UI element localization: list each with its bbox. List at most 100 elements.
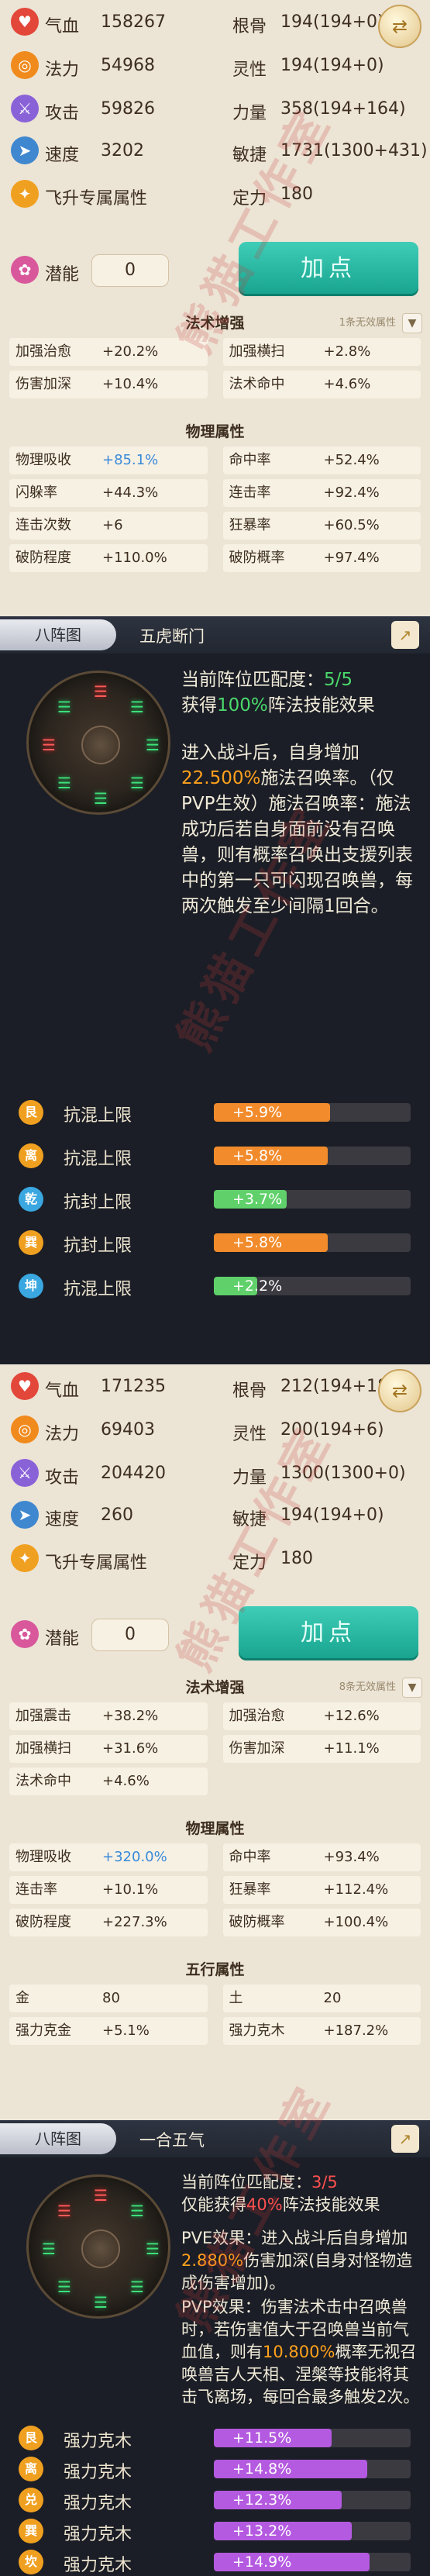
stat-label: 气血 [45,17,80,36]
attribute-cell: 法术命中 +4.6% [222,371,421,398]
trigram-mark-icon: ☰ [57,698,71,716]
attribute-value: +97.4% [323,550,380,566]
potential-icon: ✿ [11,1620,39,1648]
section-title: 物理属性 [185,423,245,440]
stat-label: 灵性 [232,1425,267,1444]
stat-label: 力量 [232,104,267,123]
chevron-down-icon[interactable]: ▼ [402,313,422,333]
attribute-label: 加强横扫 [229,343,285,360]
stat-value: 204420 [101,1464,166,1483]
swap-icon[interactable]: ⇄ [378,1369,421,1412]
tab-formation[interactable]: 八阵图 [0,2123,116,2154]
attribute-label: 破防程度 [15,550,71,566]
match-value: 5/5 [324,670,353,690]
attribute-panel-1: ♥ 气血 158267 根骨 194(194+0) ◎ 法力 54968 灵性 194(194+0… [0,0,430,616]
pvp-percent: 10.800% [263,2343,335,2361]
attribute-label: 破防程度 [15,1914,71,1930]
attribute-value: +92.4% [323,485,380,501]
chevron-down-icon[interactable]: ▼ [402,1678,422,1698]
swap-icon[interactable]: ⇄ [378,5,421,48]
li-trigram-icon: 离 [19,2457,43,2481]
attribute-cell: 破防概率 +100.4% [222,1909,421,1936]
potential-field[interactable]: 0 [91,1619,169,1651]
stat-label: 灵性 [232,60,267,80]
bonus-label: 强力克木 [64,2494,132,2513]
bonus-row: 坤 抗混上限 +2.2% [0,1272,430,1300]
stat-label: 速度 [45,1510,80,1529]
stat-label: 敏捷 [232,1510,267,1529]
stat-label: 法力 [45,1425,80,1444]
stat-value: 3202 [101,141,144,160]
attribute-value: +85.1% [102,452,159,468]
attribute-label: 加强震击 [15,1708,71,1724]
bonus-label: 抗混上限 [64,1280,132,1299]
skill-desc: 施法召唤率。（仅PVP生效）施法召唤率：施法成功后若自身面前没有召唤兽，则有概率… [181,768,413,916]
attribute-label: 狂暴率 [229,517,271,533]
attribute-cell: 加强横扫 +31.6% [9,1735,208,1763]
stat-value: 194(194+0) [280,56,384,75]
attribute-label: 物理吸收 [15,1849,71,1865]
stat-label: 法力 [45,60,80,80]
attribute-label: 加强治愈 [229,1708,285,1724]
attribute-label: 连击率 [229,485,271,501]
tab-formation[interactable]: 八阵图 [0,619,116,650]
bonus-bar: +2.2% [214,1277,411,1295]
attribute-value: +5.1% [102,2023,150,2039]
attribute-cell: 强力克金 +5.1% [9,2017,208,2045]
stat-row: ⚔ 攻击 204420 力量 1300(1300+0) [0,1454,430,1495]
share-icon[interactable]: ↗ [391,2125,419,2153]
attribute-cell: 金 80 [9,1985,208,2012]
effect-text: 仅能获得 [181,2195,246,2214]
trigram-mark-icon: ☰ [146,2240,160,2258]
attribute-cell: 命中率 +52.4% [222,447,421,474]
bonus-row: 离 强力克木 +14.8% [0,2455,430,2483]
attribute-cell: 土 20 [222,1985,421,2012]
bonus-bar: +3.7% [214,1190,411,1209]
attribute-value: +60.5% [323,517,380,533]
add-points-button[interactable]: 加点 [239,1606,418,1660]
attribute-cell: 加强治愈 +20.2% [9,338,208,366]
attribute-grid: 加强震击 +38.2% 加强治愈 +12.6% 加强横扫 +31.6% 伤害加深 +11.1%… [0,1702,430,1795]
bonus-value: +5.9% [232,1104,283,1121]
stat-row: ✦ 飞升专属属性 定力 180 [0,175,430,216]
attribute-value: 20 [323,1990,342,2006]
pve-desc: PVE效果：进入战斗后自身增加 [181,2229,408,2247]
invalid-attr-hint: 1条无效属性 [339,317,396,329]
bonus-value: +5.8% [232,1147,283,1164]
bonus-label: 抗混上限 [64,1106,132,1126]
sword-icon: ⚔ [11,1459,39,1487]
share-icon[interactable]: ↗ [391,621,419,649]
formation-name: 一合五气 [139,2131,205,2150]
bonus-row: 坎 强力克木 +14.9% [0,2548,430,2576]
stat-value: 358(194+164) [280,99,406,119]
attribute-label: 强力克木 [229,2023,285,2039]
bonus-row: 艮 抗混上限 +5.9% [0,1098,430,1126]
skill-percent: 22.500% [181,768,261,788]
match-label: 当前阵位匹配度： [181,2173,311,2191]
potential-field[interactable]: 0 [91,254,169,287]
attribute-cell: 物理吸收 +85.1% [9,447,208,474]
bonus-row: 巽 强力克木 +13.2% [0,2517,430,2545]
stat-row: ➤ 速度 260 敏捷 194(194+0) [0,1496,430,1536]
add-points-button[interactable]: 加点 [239,242,418,296]
attribute-label: 金 [15,1990,29,2006]
bonus-label: 强力克木 [64,2525,132,2544]
attribute-value: +227.3% [102,1914,167,1930]
attribute-cell: 破防程度 +110.0% [9,544,208,572]
wheel-center [81,726,120,764]
effect-text: 获得 [181,695,217,716]
attribute-value: +12.6% [323,1708,380,1724]
bonus-label: 强力克木 [64,2432,132,2451]
bonus-bar: +5.8% [214,1147,411,1165]
stat-value: 260 [101,1505,133,1525]
trigram-mark-icon: ☰ [146,736,160,754]
stat-value: 180 [280,184,313,204]
attribute-cell: 物理吸收 +320.0% [9,1843,208,1871]
stat-label: 力量 [232,1468,267,1488]
potential-label: 潜能 [45,1629,80,1649]
effect-text: 阵法技能效果 [267,695,375,716]
attribute-value: +187.2% [323,2023,389,2039]
attribute-grid: 物理吸收 +320.0% 命中率 +93.4% 连击率 +10.1% 狂暴率 +112.4% 破… [0,1843,430,1936]
bonus-bar: +14.8% [214,2460,411,2478]
stat-row: ⚔ 攻击 59826 力量 358(194+164) [0,90,430,130]
